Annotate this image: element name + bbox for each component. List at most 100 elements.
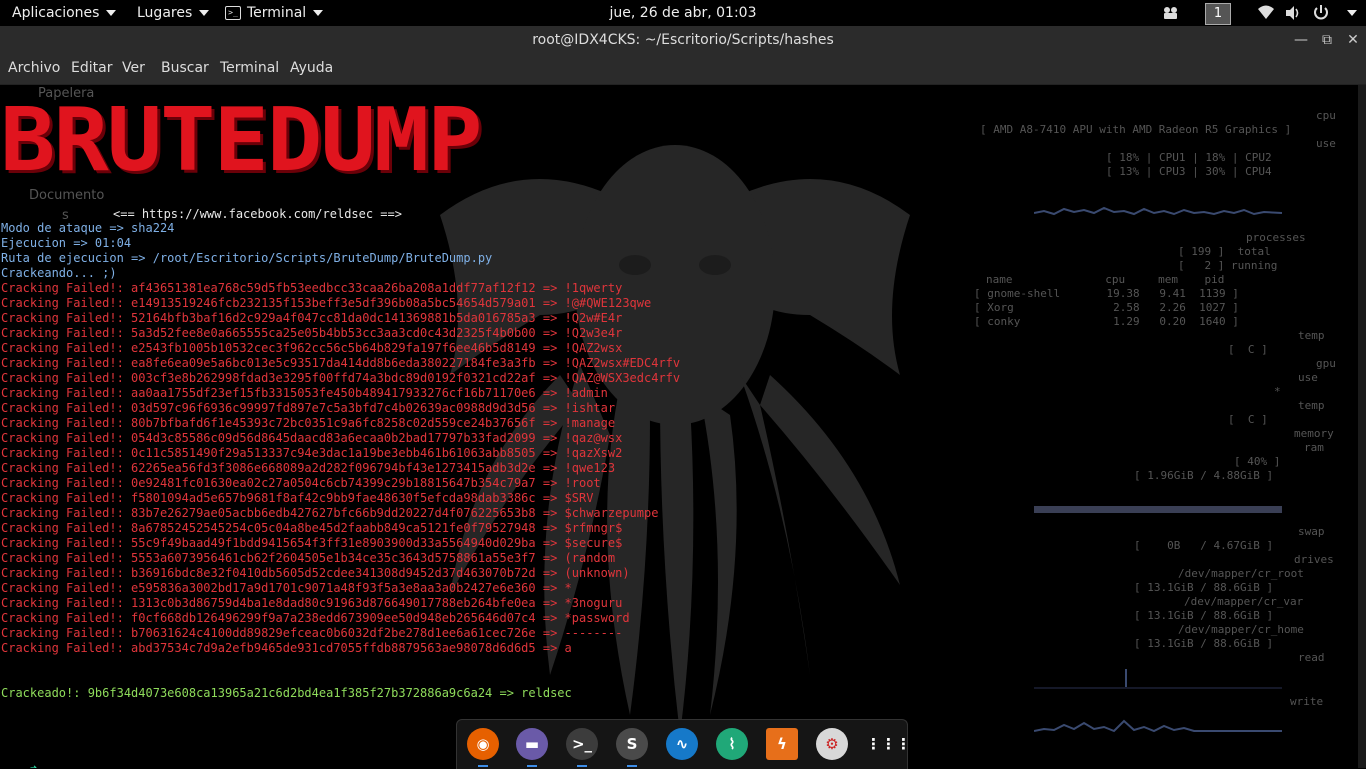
applications-menu[interactable]: Aplicaciones [12, 0, 117, 26]
menu-terminal[interactable]: Terminal [220, 54, 279, 84]
brutedump-banner: BRUTEDUMP [0, 89, 482, 192]
failed-line: Cracking Failed!: 55c9f49baad49f1bdd9415… [1, 536, 623, 550]
failed-line: Cracking Failed!: 1313c0b3d86759d4ba1e8d… [1, 596, 623, 610]
minimize-button[interactable]: — [1289, 26, 1313, 54]
conky-swap-value: [ 0B / 4.67GiB ] [1134, 539, 1274, 552]
show-apps-icon: ⋮⋮⋮ [866, 735, 911, 753]
prompt-arrow-icon: ➜ [29, 761, 38, 768]
conky-processes-title: processes [1246, 231, 1306, 244]
wifi-icon[interactable] [1257, 0, 1275, 26]
failed-line: Cracking Failed!: 62265ea56fd3f3086e6680… [1, 461, 616, 475]
conky-temp-title: temp [1298, 329, 1325, 342]
menu-buscar[interactable]: Buscar [161, 54, 209, 84]
terminal-icon: >_ [571, 735, 593, 753]
failed-line: Cracking Failed!: 8a67852452545254c05c04… [1, 521, 623, 535]
conky-read-label: read [1298, 651, 1325, 664]
info-line: Ruta de ejecucion => /root/Escritorio/Sc… [1, 251, 493, 265]
close-button[interactable]: ✕ [1341, 26, 1365, 54]
conky-write-graph [1034, 719, 1282, 733]
conky-ram-label: ram [1304, 441, 1324, 454]
terminal-app-menu[interactable]: >_ Terminal [225, 0, 324, 26]
conky-write-label: write [1290, 695, 1324, 708]
chevron-down-icon [1347, 10, 1357, 16]
applications-label: Aplicaciones [12, 5, 100, 21]
conky-gpu-use: use [1298, 371, 1318, 384]
chevron-down-icon [313, 10, 324, 16]
shell-prompt[interactable]: ➜ hashes [1, 746, 73, 768]
conky-gpu-star: * [1274, 385, 1281, 398]
power-icon[interactable] [1312, 0, 1330, 26]
terminal-scrollbar[interactable] [1358, 85, 1366, 768]
maximize-button[interactable]: ⧉ [1315, 26, 1339, 54]
tweaks-icon: ⚙ [825, 735, 839, 753]
menu-editar[interactable]: Editar [71, 54, 112, 84]
places-label: Lugares [137, 5, 193, 21]
dock-firefox-button[interactable]: ◉ [467, 728, 499, 760]
chevron-down-icon [106, 10, 117, 16]
window-title: root@IDX4CKS: ~/Escritorio/Scripts/hashe… [532, 32, 834, 48]
conky-drive2-value: [ 13.1GiB / 88.6GiB ] [1134, 609, 1274, 622]
info-line: Ejecucion => 01:04 [1, 236, 132, 250]
failed-line: Cracking Failed!: 83b7e26279ae05acbb6edb… [1, 506, 659, 520]
files-icon: ▬ [524, 735, 540, 753]
clock[interactable]: jue, 26 de abr, 01:03 [610, 5, 757, 21]
terminal-view[interactable]: Papelera Documento s cpu [ AMD A8-7410 A… [0, 85, 1358, 768]
running-indicator [527, 765, 537, 767]
dock-burpsuite-button[interactable]: ϟ [766, 728, 798, 760]
failed-line: Cracking Failed!: f0cf668db126496299f9a7… [1, 611, 630, 625]
failed-line: Cracking Failed!: e14913519246fcb232135f… [1, 296, 652, 310]
failed-line: Cracking Failed!: 003cf3e8b262998fdad3e3… [1, 371, 681, 385]
menu-archivo[interactable]: Archivo [8, 54, 60, 84]
conky-gpu-title: gpu [1316, 357, 1336, 370]
conky-monitor: cpu [ AMD A8-7410 APU with AMD Radeon R5… [960, 105, 1350, 765]
terminal-icon: >_ [225, 6, 241, 20]
dock-terminal-button[interactable]: >_ [566, 728, 598, 760]
conky-drive3-value: [ 13.1GiB / 88.6GiB ] [1134, 637, 1274, 650]
firefox-icon: ◉ [476, 735, 490, 753]
failed-line: Cracking Failed!: 054d3c85586c09d56d8645… [1, 431, 623, 445]
terminal-app-label: Terminal [247, 5, 307, 21]
conky-gpu-temp-value: [ C ] [1228, 413, 1268, 426]
failed-line: Cracking Failed!: 03d597c96f6936c99997fd… [1, 401, 616, 415]
conky-proc-running: [ 2 ] running [1178, 259, 1278, 272]
conky-drive2: /dev/mapper/cr_var [1184, 595, 1304, 608]
conky-cpu-row2: [ 13% | CPU3 | 30% | CPU4 [1106, 165, 1272, 178]
conky-cpu-row1: [ 18% | CPU1 | 18% | CPU2 [1106, 151, 1272, 164]
info-line: Modo de ataque => sha224 [1, 221, 175, 235]
facebook-url-line: <== https://www.facebook.com/reldsec ==> [113, 207, 402, 221]
failed-line: Cracking Failed!: 0c11c5851490f29a513337… [1, 446, 623, 460]
conky-proc-row: [ Xorg 2.58 2.26 1027 ] [974, 301, 1239, 314]
menu-ayuda[interactable]: Ayuda [290, 54, 333, 84]
window-titlebar[interactable]: root@IDX4CKS: ~/Escritorio/Scripts/hashe… [0, 26, 1366, 54]
conky-ram-pct: [ 40% ] [1234, 455, 1281, 468]
conky-ram-value: [ 1.96GiB / 4.88GiB ] [1134, 469, 1274, 482]
dock-sublime-text-button[interactable]: S [616, 728, 648, 760]
running-indicator [478, 765, 488, 767]
failed-line: Cracking Failed!: e595836a3002bd17a9d170… [1, 581, 572, 595]
conky-drive1: /dev/mapper/cr_root [1178, 567, 1304, 580]
conky-proc-row: [ conky 1.29 0.20 1640 ] [974, 315, 1239, 328]
webcam-indicator-icon[interactable] [1161, 0, 1181, 26]
dock-files-button[interactable]: ▬ [516, 728, 548, 760]
burpsuite-icon: ϟ [777, 735, 787, 753]
success-line: Crackeado!: 9b6f34d4073e608ca13965a21c6d… [1, 686, 572, 700]
places-menu[interactable]: Lugares [137, 0, 210, 26]
volume-icon[interactable] [1284, 0, 1302, 26]
failed-line: Cracking Failed!: b70631624c4100dd89829e… [1, 626, 623, 640]
dock-wireshark-button[interactable]: ∿ [666, 728, 698, 760]
chevron-down-icon [199, 10, 210, 16]
top-panel: Aplicaciones Lugares >_ Terminal jue, 26 … [0, 0, 1366, 26]
dock-show-apps-button[interactable]: ⋮⋮⋮ [866, 728, 911, 760]
info-line: Crackeando... ;) [1, 266, 117, 280]
dock-system-monitor-button[interactable]: ⌇ [716, 728, 748, 760]
menu-ver[interactable]: Ver [122, 54, 145, 84]
dock-tweaks-button[interactable]: ⚙ [816, 728, 848, 760]
menu-bar: Archivo Editar Ver Buscar Terminal Ayuda [0, 54, 1366, 85]
failed-line: Cracking Failed!: 5a3d52fee8e0a665555ca2… [1, 326, 623, 340]
workspace-indicator[interactable]: 1 [1205, 3, 1231, 25]
dash-dock: ◉ ▬ >_ S ∿ ⌇ ϟ ⚙ ⋮⋮⋮ [456, 719, 911, 769]
conky-drive3: /dev/mapper/cr_home [1178, 623, 1304, 636]
failed-line: Cracking Failed!: 52164bfb3baf16d2c929a4… [1, 311, 623, 325]
system-menu-caret[interactable] [1340, 0, 1357, 26]
conky-proc-header: name cpu mem pid [986, 273, 1225, 286]
